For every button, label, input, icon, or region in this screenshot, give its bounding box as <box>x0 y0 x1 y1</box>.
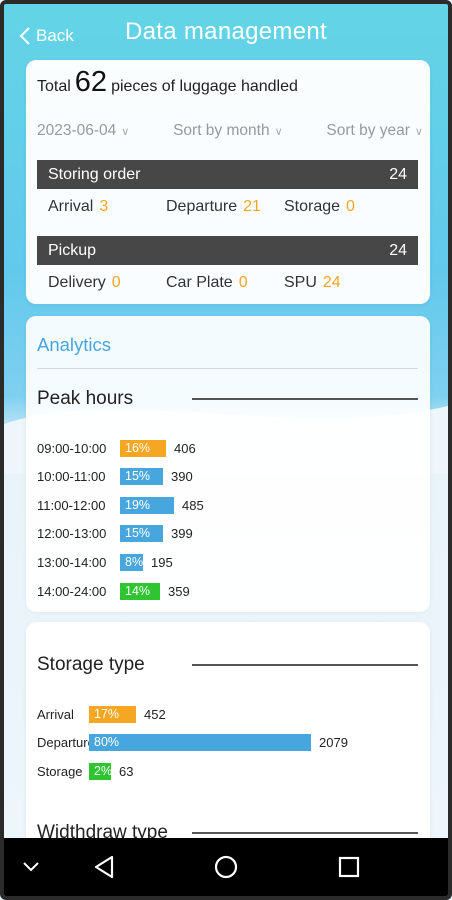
pickup-label: Pickup <box>48 241 97 259</box>
divider <box>37 368 418 369</box>
chart-bar: 8% <box>120 553 143 571</box>
recents-square-icon[interactable] <box>338 856 360 878</box>
stat-label: SPU <box>284 274 317 291</box>
chevron-down-icon: ∨ <box>414 125 423 138</box>
chart-row-label: 09:00-10:00 <box>37 440 107 456</box>
stat-value: 0 <box>346 198 355 215</box>
stat-arrival: Arrival 3 <box>48 198 166 216</box>
stat-label: Departure <box>166 198 238 215</box>
page-title: Data management <box>125 18 327 45</box>
chart-bar: 19% <box>120 496 174 514</box>
phone-screen: Back Data management Total 62 pieces of … <box>0 0 452 900</box>
chart-row-value: 485 <box>182 497 204 513</box>
stat-car-plate: Car Plate 0 <box>166 274 284 292</box>
storing-order-stats: Arrival 3 Departure 21 Storage 0 <box>48 198 418 216</box>
stat-delivery: Delivery 0 <box>48 274 166 292</box>
chart-bar: 2% <box>89 762 111 780</box>
chart-row: 13:00-14:00 8% 195 <box>37 552 173 572</box>
chart-row-label: 11:00-12:00 <box>37 497 106 513</box>
chart-bar: 16% <box>120 439 166 457</box>
chart-row: 14:00-24:00 14% 359 <box>37 581 190 601</box>
storing-order-header: Storing order 24 <box>37 160 418 189</box>
system-nav-bar <box>4 838 448 896</box>
chart-row-value: 2079 <box>319 735 348 751</box>
storing-order-label: Storing order <box>48 165 141 183</box>
pickup-stats: Delivery 0 Car Plate 0 SPU 24 <box>48 274 418 292</box>
stat-label: Delivery <box>48 274 106 291</box>
chart-row-value: 195 <box>151 554 173 570</box>
chart-row-value: 399 <box>171 526 193 542</box>
chart-row: Arrival 17% 452 <box>37 704 166 724</box>
pickup-header: Pickup 24 <box>37 236 418 265</box>
analytics-card: Analytics Peak hours 09:00-10:00 16% 406 10… <box>26 316 430 612</box>
analytics-heading: Analytics <box>37 334 112 355</box>
chart-row-value: 390 <box>171 469 193 485</box>
stat-label: Storage <box>284 198 341 215</box>
title-rule <box>192 664 418 666</box>
date-filter-value: 2023-06-04 <box>37 122 117 139</box>
storing-order-count: 24 <box>389 165 407 183</box>
year-filter-label: Sort by year <box>326 122 410 139</box>
chevron-down-icon: ∨ <box>274 125 283 138</box>
total-summary: Total 62 pieces of luggage handled <box>37 66 298 102</box>
pickup-count: 24 <box>389 241 407 259</box>
chart-row-label: 14:00-24:00 <box>37 583 107 599</box>
stat-value: 24 <box>322 274 341 291</box>
chart-bar: 17% <box>89 705 136 723</box>
chart-row: Storage 2% 63 <box>37 761 133 781</box>
chart-bar: 80% <box>89 734 311 752</box>
storage-type-card: Storage type Arrival 17% 452 Departure 80% 20… <box>26 622 430 852</box>
month-filter[interactable]: Sort by month ∨ <box>173 122 283 140</box>
title-rule <box>192 398 418 400</box>
stat-label: Arrival <box>48 198 94 215</box>
chart-bar: 14% <box>120 582 160 600</box>
chart-row: Departure 80% 2079 <box>37 733 348 753</box>
chart-row-label: 12:00-13:00 <box>37 526 107 542</box>
date-filter[interactable]: 2023-06-04 ∨ <box>37 122 129 140</box>
stat-value: 0 <box>111 274 121 291</box>
chart-row-value: 359 <box>168 583 190 599</box>
chart-row: 09:00-10:00 16% 406 <box>37 438 196 458</box>
chart-row-label: 13:00-14:00 <box>37 554 107 570</box>
stat-storage: Storage 0 <box>284 198 355 216</box>
back-triangle-icon[interactable] <box>92 854 116 880</box>
total-prefix: Total <box>37 78 71 95</box>
chart-row-label: Storage <box>37 763 83 779</box>
chevron-down-icon[interactable] <box>22 860 40 874</box>
chart-row: 12:00-13:00 15% 399 <box>37 524 193 544</box>
stat-departure: Departure 21 <box>166 198 284 216</box>
title-rule <box>192 832 418 834</box>
chart-row-value: 406 <box>174 440 196 456</box>
chart-bar: 15% <box>120 525 163 543</box>
chart-row-label: Arrival <box>37 706 74 722</box>
chevron-down-icon: ∨ <box>121 125 130 138</box>
peak-hours-title: Peak hours <box>37 388 134 409</box>
chart-bar: 15% <box>120 468 163 486</box>
stat-value: 3 <box>99 198 109 215</box>
chart-row-value: 63 <box>119 763 134 779</box>
chart-row-label: 10:00-11:00 <box>37 469 106 485</box>
total-count: 62 <box>74 66 108 98</box>
storage-type-title: Storage type <box>37 654 145 675</box>
app-header: Back Data management <box>4 4 448 66</box>
total-suffix: pieces of luggage handled <box>111 78 298 95</box>
stat-value: 21 <box>243 198 261 215</box>
stat-spu: SPU 24 <box>284 274 341 292</box>
stat-label: Car Plate <box>166 274 233 291</box>
chart-row-label: Departure <box>37 735 95 751</box>
stat-value: 0 <box>238 274 248 291</box>
filter-row: 2023-06-04 ∨ Sort by month ∨ Sort by yea… <box>37 122 423 140</box>
year-filter[interactable]: Sort by year ∨ <box>326 122 423 140</box>
home-circle-icon[interactable] <box>213 854 239 880</box>
chart-row: 10:00-11:00 15% 390 <box>37 467 193 487</box>
chart-row-value: 452 <box>144 706 166 722</box>
month-filter-label: Sort by month <box>173 122 270 139</box>
summary-card: Total 62 pieces of luggage handled 2023-… <box>26 60 430 304</box>
chart-row: 11:00-12:00 19% 485 <box>37 495 204 515</box>
